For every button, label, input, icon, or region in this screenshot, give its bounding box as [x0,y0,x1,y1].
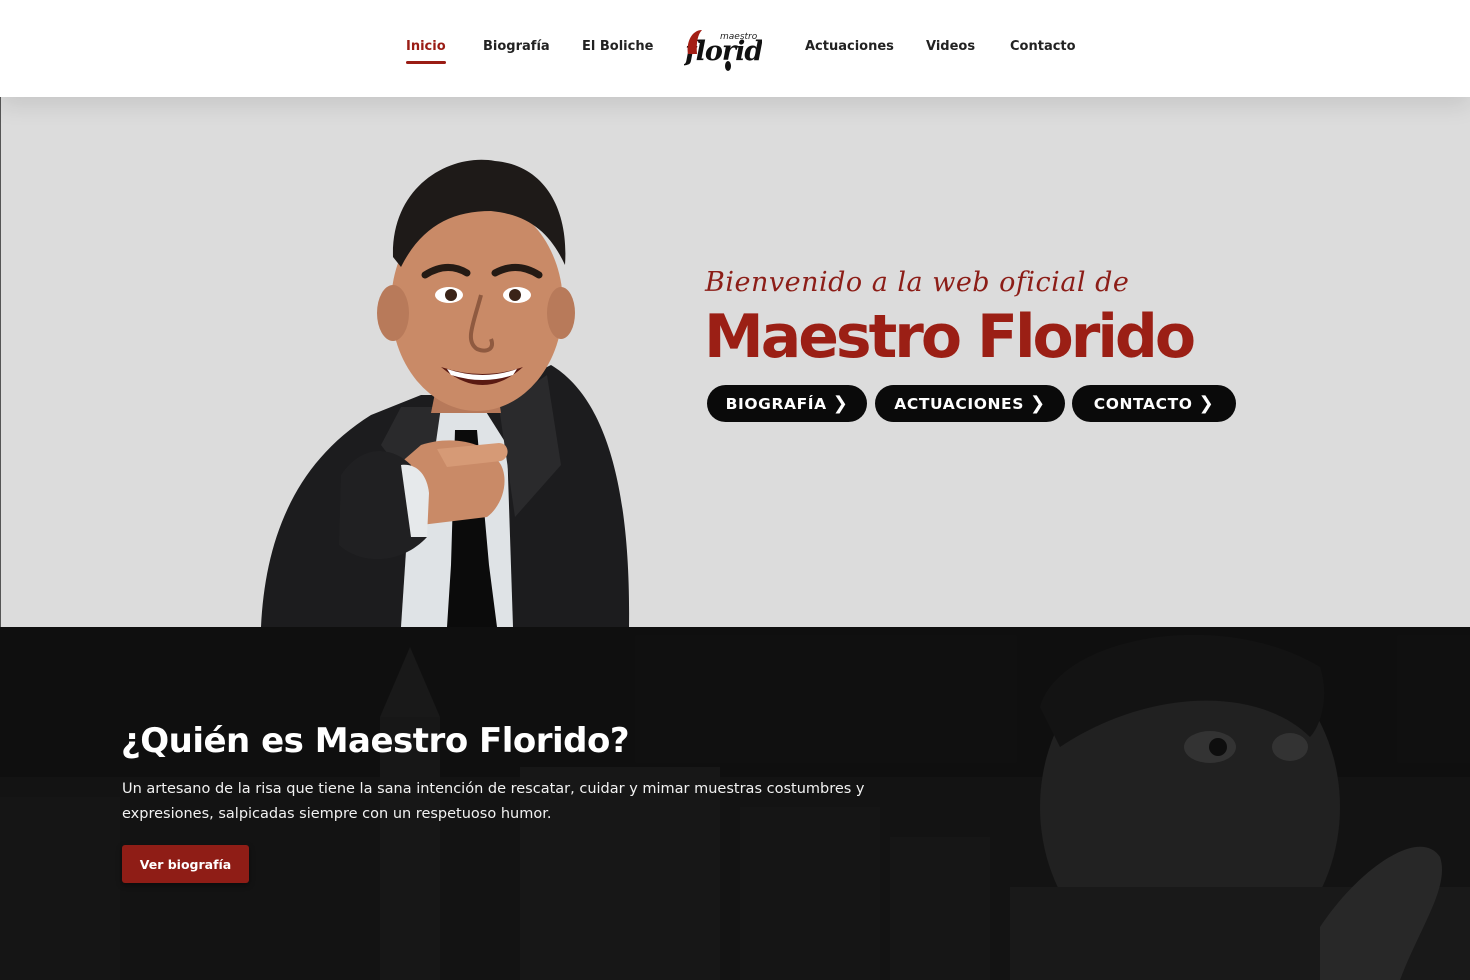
nav-item-inicio[interactable]: Inicio [406,39,446,64]
hero-section: Bienvenido a la web oficial de Maestro F… [0,97,1470,627]
chevron-right-icon: ❯ [832,392,849,414]
top-navigation: Inicio Biografía El Boliche maestro flor… [0,0,1470,97]
nav-item-actuaciones[interactable]: Actuaciones [805,39,894,54]
about-section: ¿Quién es Maestro Florido? Un artesano d… [0,627,1470,980]
actuaciones-button[interactable]: ACTUACIONES ❯ [875,385,1065,422]
nav-item-biografia[interactable]: Biografía [483,39,550,54]
hero-portrait-image [261,159,630,627]
contacto-button-label: CONTACTO [1093,394,1193,413]
biografia-button[interactable]: BIOGRAFÍA ❯ [707,385,867,422]
logo-drip [725,61,731,71]
chevron-right-icon: ❯ [1030,392,1046,414]
nav-item-videos[interactable]: Videos [926,39,975,54]
nav-item-el-boliche[interactable]: El Boliche [582,39,653,54]
actuaciones-button-label: ACTUACIONES [894,394,1024,413]
chevron-right-icon: ❯ [1198,392,1215,414]
ver-biografia-button[interactable]: Ver biografía [122,845,249,883]
contacto-button[interactable]: CONTACTO ❯ [1072,385,1236,422]
hero-title: Maestro Florido [704,302,1196,372]
hero-subtitle: Bienvenido a la web oficial de [705,267,1130,298]
nav-item-contacto[interactable]: Contacto [1010,39,1076,54]
biografia-button-label: BIOGRAFÍA [725,394,827,413]
maestro-florido-logo[interactable]: maestro florido [684,24,762,72]
about-description: Un artesano de la risa que tiene la sana… [122,781,865,822]
about-title: ¿Quién es Maestro Florido? [121,721,630,761]
